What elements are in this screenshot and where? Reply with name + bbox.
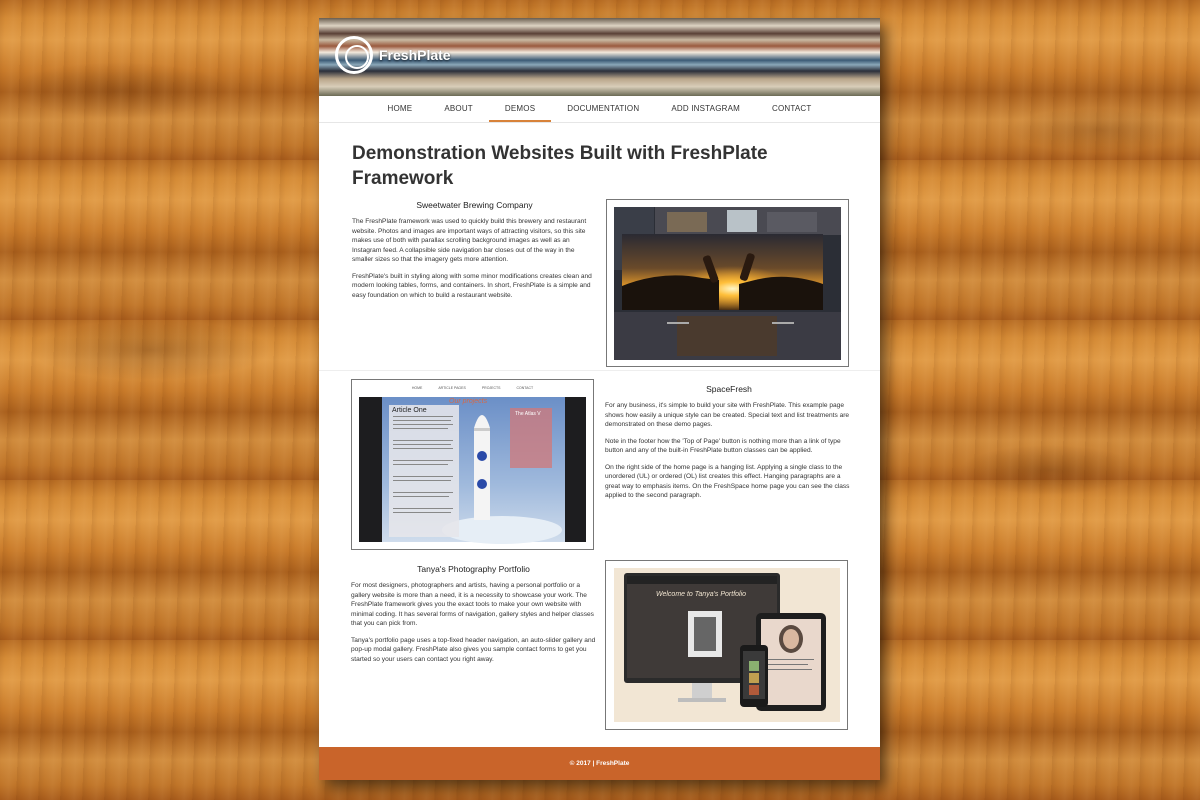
section-divider: [319, 370, 880, 371]
nav-documentation[interactable]: DOCUMENTATION: [551, 96, 655, 122]
site-footer: © 2017 | FreshPlate: [319, 747, 880, 780]
tanya-screenshot[interactable]: Welcome to Tanya's Portfolio: [605, 560, 848, 730]
spacefresh-site-image: [352, 380, 593, 549]
section-paragraph: For any business, it's simple to build y…: [605, 402, 850, 428]
spacefresh-mini-nav: HOME ARTICLE PAGES PROJECTS CONTACT: [411, 386, 534, 390]
section-heading: Tanya's Photography Portfolio: [417, 564, 530, 574]
section-paragraph: Note in the footer how the 'Top of Page'…: [605, 437, 841, 455]
brewery-site-image: [614, 207, 841, 360]
spacefresh-side-title: The Atlas V: [515, 411, 541, 417]
page-title: Demonstration Websites Built with FreshP…: [352, 143, 768, 189]
plate-logo-icon[interactable]: [335, 36, 373, 74]
spacefresh-article-title: Article One: [392, 407, 427, 414]
site-logo-text[interactable]: FreshPlate: [379, 47, 451, 63]
section-sweetwater: Sweetwater Brewing Company The FreshPlat…: [352, 200, 597, 300]
header-banner: FreshPlate: [319, 18, 880, 96]
spacefresh-banner-text: Our projects: [449, 398, 488, 405]
nav-home[interactable]: HOME: [372, 96, 429, 122]
nav-add-instagram[interactable]: ADD INSTAGRAM: [655, 96, 756, 122]
main-nav: HOME ABOUT DEMOS DOCUMENTATION ADD INSTA…: [319, 96, 880, 123]
section-paragraph: On the right side of the home page is a …: [605, 463, 850, 500]
section-paragraph: The FreshPlate framework was used to qui…: [352, 218, 587, 263]
tanya-welcome-text: Welcome to Tanya's Portfolio: [656, 591, 747, 598]
nav-contact[interactable]: CONTACT: [756, 96, 827, 122]
section-paragraph: For most designers, photographers and ar…: [351, 582, 594, 627]
sweetwater-screenshot[interactable]: [606, 199, 849, 367]
section-paragraph: FreshPlate's built in styling along with…: [352, 272, 592, 299]
tanya-devices-image: [606, 561, 847, 729]
nav-demos[interactable]: DEMOS: [489, 96, 551, 122]
spacefresh-screenshot[interactable]: HOME ARTICLE PAGES PROJECTS CONTACT Our …: [351, 379, 594, 550]
website-page: FreshPlate HOME ABOUT DEMOS DOCUMENTATIO…: [319, 18, 880, 780]
section-tanya: Tanya's Photography Portfolio For most d…: [351, 564, 596, 664]
section-spacefresh: SpaceFresh For any business, it's simple…: [605, 384, 853, 501]
section-heading: Sweetwater Brewing Company: [416, 200, 533, 210]
section-paragraph: Tanya's portfolio page uses a top-fixed …: [351, 636, 596, 663]
nav-about[interactable]: ABOUT: [428, 96, 489, 122]
section-heading: SpaceFresh: [706, 384, 752, 394]
